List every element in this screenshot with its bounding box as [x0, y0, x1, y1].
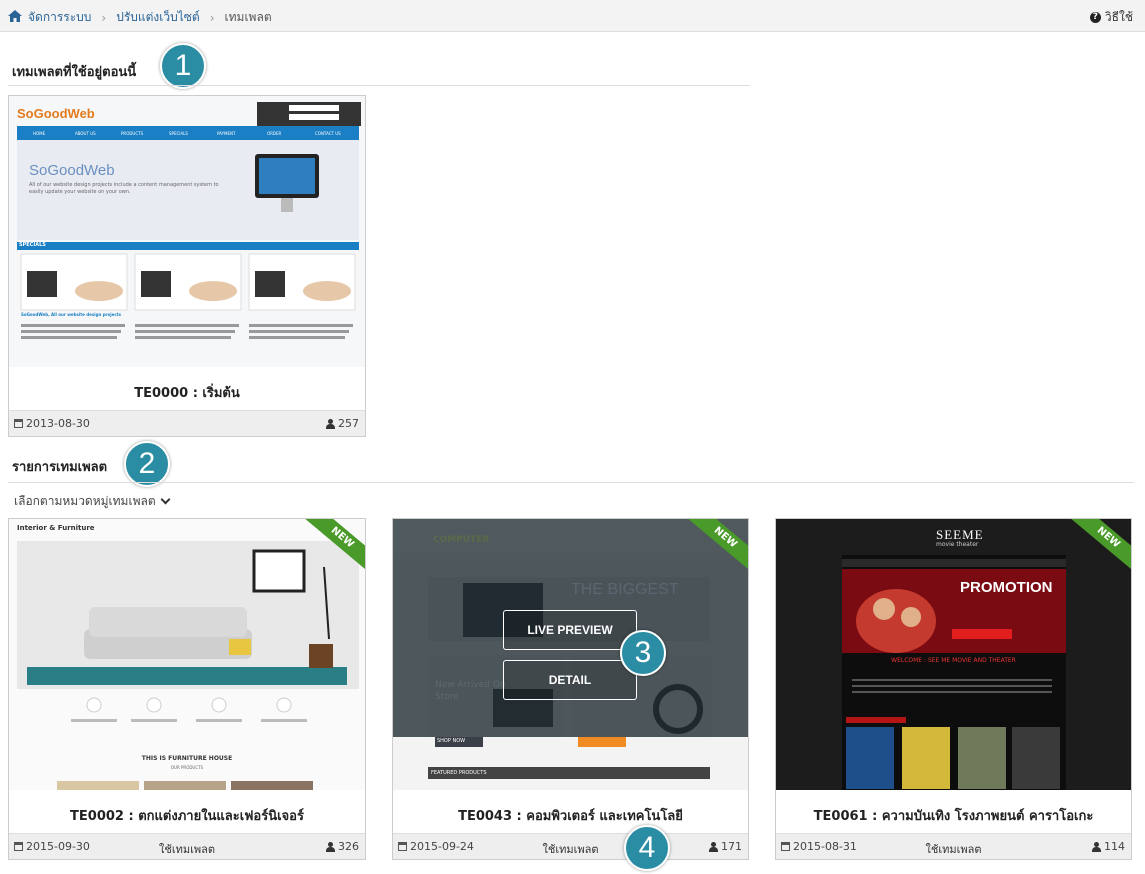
calendar-icon: [14, 419, 23, 428]
template-card: COMPUTER THE BIGGEST New Arrived On Stor…: [392, 518, 749, 860]
use-template-link[interactable]: ใช้เทมเพลต: [393, 840, 748, 858]
user-icon: [326, 418, 335, 429]
template-name: TE0002 : ตกแต่งภายในและเฟอร์นิเจอร์: [70, 809, 304, 824]
home-icon[interactable]: [8, 10, 22, 25]
preview-brand: Interior & Furniture: [17, 524, 95, 532]
help-label: วิธีใช้: [1104, 10, 1133, 24]
template-list-heading: รายการเทมเพลต: [12, 460, 108, 475]
current-template-footer: 2013-08-30 257: [9, 410, 365, 436]
breadcrumb-separator: ›: [101, 10, 107, 25]
callout-badge-3: 3: [620, 630, 666, 676]
preview-shop-now: SHOP NOW: [437, 738, 466, 744]
template-views: 171: [721, 840, 742, 853]
template-name: TE0061 : ความบันเทิง โรงภาพยนต์ คาราโอเก…: [813, 809, 1094, 824]
svg-text:HOME: HOME: [33, 131, 46, 136]
current-template-card: HOME ABOUT US PRODUCTS SPECIALS PAYMENT ORDE…: [8, 95, 366, 437]
current-template-heading: เทมเพลตที่ใช้อยู่ตอนนี้: [12, 65, 137, 80]
template-footer: 2015-08-31 ใช้เทมเพลต 114: [776, 833, 1131, 859]
breadcrumb-current: เทมเพลต: [224, 10, 272, 24]
callout-badge-4: 4: [624, 825, 670, 871]
use-template-link[interactable]: ใช้เทมเพลต: [776, 840, 1131, 858]
user-icon: [326, 841, 335, 852]
help-link[interactable]: ? วิธีใช้: [1089, 8, 1133, 27]
user-icon: [709, 841, 718, 852]
svg-text:CONTACT US: CONTACT US: [315, 131, 341, 136]
use-template-link[interactable]: ใช้เทมเพลต: [9, 840, 365, 858]
preview-featured: FEATURED PRODUCTS: [431, 770, 487, 776]
preview-big-text: THE BIGGEST: [571, 581, 679, 598]
template-views: 257: [338, 417, 359, 430]
svg-text:PRODUCTS: PRODUCTS: [121, 131, 144, 136]
template-footer: 2015-09-30 ใช้เทมเพลต 326: [9, 833, 365, 859]
template-footer: 2015-09-24 ใช้เทมเพลต 171: [393, 833, 748, 859]
preview-welcome: WELCOME : SEE ME MOVIE AND THEATER: [891, 657, 1016, 664]
breadcrumb-home-link[interactable]: จัดการระบบ: [28, 8, 91, 27]
category-filter-label: เลือกตามหมวดหมู่เทมเพลต: [14, 494, 156, 508]
preview-brand: COMPUTER: [433, 535, 490, 545]
preview-hero-text: All of our website design projects inclu…: [29, 182, 219, 195]
template-views: 114: [1104, 840, 1125, 853]
svg-text:PAYMENT: PAYMENT: [217, 131, 236, 136]
preview-brand-sub: movie theater: [936, 541, 979, 548]
preview-specials-label: SPECIALS: [19, 242, 46, 248]
chevron-down-icon: [160, 494, 171, 505]
preview-hero-title: SoGoodWeb: [29, 162, 115, 179]
user-icon: [1092, 841, 1101, 852]
current-template-thumbnail[interactable]: HOME ABOUT US PRODUCTS SPECIALS PAYMENT ORDE…: [9, 96, 365, 367]
preview-heading: THIS IS FURNITURE HOUSE: [141, 755, 233, 762]
detail-button[interactable]: DETAIL: [503, 660, 637, 700]
template-thumbnail[interactable]: COMPUTER THE BIGGEST New Arrived On Stor…: [393, 519, 748, 790]
template-card: SEEME movie theater PROMOTION WELCOME : …: [775, 518, 1132, 860]
section-divider: [8, 85, 750, 86]
template-date: 2013-08-30: [26, 417, 90, 430]
breadcrumb-customize-link[interactable]: ปรับแต่งเว็บไซต์: [116, 8, 200, 27]
template-thumbnail[interactable]: SEEME movie theater PROMOTION WELCOME : …: [776, 519, 1131, 790]
callout-badge-1: 1: [160, 43, 206, 89]
preview-logo: SoGoodWeb: [17, 106, 95, 121]
top-bar: จัดการระบบ › ปรับแต่งเว็บไซต์ › เทมเพลต …: [0, 0, 1145, 32]
current-template-name: TE0000 : เริ่มต้น: [134, 386, 240, 401]
breadcrumb: จัดการระบบ › ปรับแต่งเว็บไซต์ › เทมเพลต: [8, 8, 272, 27]
live-preview-button[interactable]: LIVE PREVIEW: [503, 610, 637, 650]
section-divider: [8, 482, 1134, 483]
preview-item-title: SoGoodWeb, All our website design projec…: [21, 312, 122, 317]
question-icon: ?: [1089, 12, 1101, 23]
template-name: TE0043 : คอมพิวเตอร์ และเทคโนโลยี: [458, 809, 683, 824]
callout-badge-2: 2: [124, 441, 170, 487]
template-views: 326: [338, 840, 359, 853]
svg-text:ORDER: ORDER: [267, 131, 282, 136]
template-thumbnail[interactable]: Interior & Furniture THIS IS FURNITURE H…: [9, 519, 365, 790]
template-card: Interior & Furniture THIS IS FURNITURE H…: [8, 518, 366, 860]
svg-text:ABOUT US: ABOUT US: [75, 131, 96, 136]
breadcrumb-separator: ›: [209, 10, 215, 25]
svg-text:SPECIALS: SPECIALS: [169, 131, 188, 136]
preview-subheading: OUR PRODUCTS: [170, 765, 204, 770]
category-filter-dropdown[interactable]: เลือกตามหมวดหมู่เทมเพลต: [14, 492, 171, 511]
preview-promo: PROMOTION: [960, 579, 1053, 596]
